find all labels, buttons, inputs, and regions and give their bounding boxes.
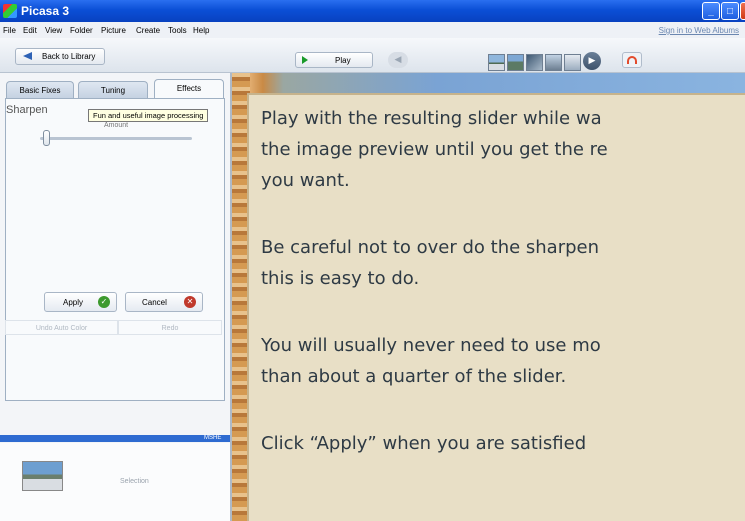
tab-basic-fixes[interactable]: Basic Fixes: [6, 81, 74, 98]
back-to-library-button[interactable]: Back to Library: [15, 48, 105, 65]
toolbar: Back to Library Play ◀ ▶: [0, 38, 745, 73]
menu-file[interactable]: File: [3, 26, 16, 35]
menu-picture[interactable]: Picture: [101, 26, 126, 35]
right-arrow-icon[interactable]: ▶: [583, 52, 601, 70]
cancel-label: Cancel: [142, 298, 167, 307]
callout-text: this is easy to do.: [261, 268, 420, 289]
back-to-library-label: Back to Library: [42, 52, 96, 61]
undo-auto-color-button[interactable]: Undo Auto Color: [5, 320, 118, 335]
left-arrow-icon[interactable]: ◀: [388, 52, 408, 68]
tab-effects[interactable]: Effects: [154, 79, 224, 98]
callout-text: Be careful not to over do the sharpen: [261, 237, 600, 258]
filmstrip-thumbnail[interactable]: [507, 54, 524, 71]
redo-button[interactable]: Redo: [118, 320, 222, 335]
minimize-button[interactable]: _: [702, 2, 720, 20]
instruction-callout: Play with the resulting slider while wa …: [247, 93, 745, 521]
tooltip: Fun and useful image processing: [88, 109, 209, 122]
window-title: Picasa 3: [21, 4, 70, 18]
close-button[interactable]: X: [740, 2, 745, 20]
cancel-button[interactable]: Cancel ✕: [125, 292, 203, 312]
play-label: Play: [335, 56, 351, 65]
share-icon[interactable]: [622, 52, 642, 68]
filmstrip-thumbnail[interactable]: [545, 54, 562, 71]
filmstrip-thumbnail[interactable]: [564, 54, 581, 71]
apply-label: Apply: [63, 298, 84, 307]
apply-button[interactable]: Apply ✓: [44, 292, 117, 312]
slider-caption: Amount: [104, 122, 129, 129]
tray-thumbnail[interactable]: [22, 461, 63, 491]
tab-tuning[interactable]: Tuning: [78, 81, 148, 98]
callout-text: than about a quarter of the slider.: [261, 366, 567, 387]
menu-create[interactable]: Create: [136, 26, 160, 35]
callout-text: the image preview until you get the re: [261, 139, 608, 160]
menu-help[interactable]: Help: [193, 26, 209, 35]
strip-label: MSHE: [204, 435, 222, 441]
picasa-app-icon: [3, 4, 17, 18]
filmstrip-thumbnail[interactable]: [526, 54, 543, 71]
check-icon: ✓: [98, 296, 110, 308]
sharpen-slider-thumb[interactable]: [43, 130, 51, 146]
menu-edit[interactable]: Edit: [23, 26, 37, 35]
sign-in-link[interactable]: Sign in to Web Albums: [659, 26, 739, 35]
menu-folder[interactable]: Folder: [70, 26, 93, 35]
callout-text: Play with the resulting slider while wa: [261, 108, 602, 129]
menu-view[interactable]: View: [45, 26, 62, 35]
effects-tab-body: [5, 98, 225, 401]
menu-tools[interactable]: Tools: [168, 26, 187, 35]
maximize-button[interactable]: □: [721, 2, 739, 20]
sharpen-slider-track[interactable]: [40, 137, 192, 140]
callout-text: you want.: [261, 170, 350, 191]
back-arrow-icon: [23, 52, 32, 60]
close-x-icon: ✕: [184, 296, 196, 308]
callout-text: Click “Apply” when you are satisfied: [261, 433, 587, 454]
effect-name: Sharpen: [6, 104, 48, 116]
filmstrip-thumbnail[interactable]: [488, 54, 505, 71]
edit-panel: Basic Fixes Tuning Effects Sharpen Fun a…: [0, 73, 232, 521]
callout-text: You will usually never need to use mo: [261, 335, 601, 356]
play-button[interactable]: Play: [295, 52, 373, 68]
title-bar: Picasa 3 _ □ X: [0, 0, 745, 22]
menu-bar: File Edit View Folder Picture Create Too…: [0, 22, 745, 38]
tray-selection-label: Selection: [120, 478, 149, 485]
panel-divider: [0, 435, 230, 442]
play-icon: [302, 56, 308, 64]
